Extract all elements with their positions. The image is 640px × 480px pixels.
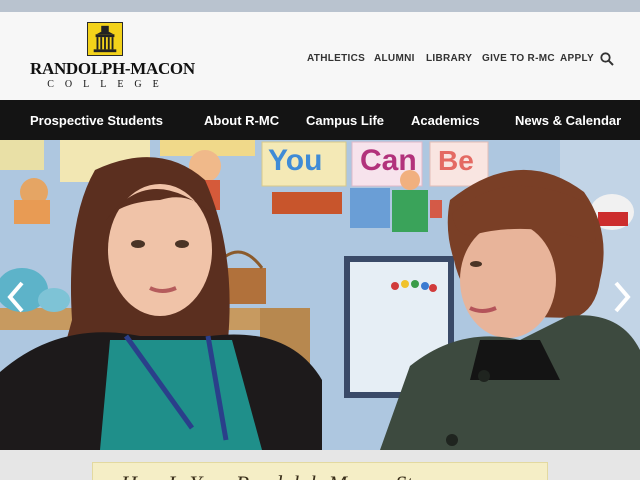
search-icon[interactable]: [600, 52, 614, 66]
utility-nav: ATHLETICS ALUMNI LIBRARY GIVE TO R-MC AP…: [0, 53, 640, 67]
chevron-left-icon[interactable]: [6, 280, 26, 314]
story-callout-text: How Is Your Randolph-Macon Story: [121, 471, 442, 480]
wall-word-you: You: [268, 144, 322, 177]
wall-word-be: Be: [438, 145, 474, 176]
hero-slideshow: You Can Be: [0, 140, 640, 450]
nav-about[interactable]: About R-MC: [204, 113, 279, 128]
chevron-right-icon[interactable]: [612, 280, 632, 314]
hero-photo: You Can Be: [0, 140, 640, 450]
nav-prospective-students[interactable]: Prospective Students: [30, 113, 163, 128]
nav-news-calendar[interactable]: News & Calendar: [515, 113, 621, 128]
logo-building-icon: [87, 22, 123, 56]
main-nav: Prospective Students About R-MC Campus L…: [0, 100, 640, 140]
utility-link-alumni[interactable]: ALUMNI: [374, 53, 415, 64]
story-callout[interactable]: How Is Your Randolph-Macon Story: [92, 462, 548, 480]
utility-link-give[interactable]: GIVE TO R-MC: [482, 53, 555, 64]
nav-academics[interactable]: Academics: [411, 113, 480, 128]
utility-link-apply[interactable]: APPLY: [560, 53, 594, 64]
top-strip: [0, 0, 640, 12]
below-hero-band: How Is Your Randolph-Macon Story: [0, 450, 640, 480]
utility-link-athletics[interactable]: ATHLETICS: [307, 53, 365, 64]
nav-campus-life[interactable]: Campus Life: [306, 113, 384, 128]
site-header: Randolph-Macon College ATHLETICS ALUMNI …: [0, 12, 640, 100]
logo-subtitle: College: [47, 79, 170, 90]
utility-link-library[interactable]: LIBRARY: [426, 53, 472, 64]
